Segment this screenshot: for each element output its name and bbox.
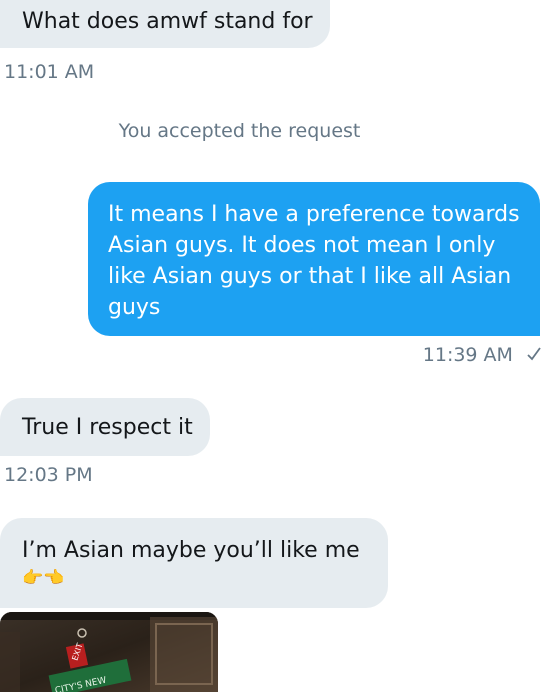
photo-thumbnail: EXIT CITY'S NEW <box>0 612 218 692</box>
pointing-fingers-emoji: 👉👈 <box>22 568 65 588</box>
message-timestamp: 11:01 AM <box>4 61 95 83</box>
message-text: It means I have a preference towards Asi… <box>108 202 520 320</box>
message-timestamp-row: 11:39 AM <box>423 343 541 367</box>
incoming-message-bubble[interactable]: What does amwf stand for <box>0 0 330 48</box>
incoming-message-bubble[interactable]: True I respect it <box>0 398 210 456</box>
request-accepted-notice: You accepted the request <box>118 120 361 142</box>
message-timestamp: 12:03 PM <box>4 464 93 486</box>
message-text: I’m Asian maybe you’ll like me <box>22 538 360 563</box>
message-text: True I respect it <box>22 415 193 440</box>
outgoing-message-bubble[interactable]: It means I have a preference towards Asi… <box>88 182 540 336</box>
photo-attachment[interactable]: EXIT CITY'S NEW <box>0 612 218 692</box>
message-timestamp: 11:39 AM <box>422 344 513 366</box>
incoming-message-bubble[interactable]: I’m Asian maybe you’ll like me 👉👈 <box>0 518 388 608</box>
message-text: What does amwf stand for <box>22 9 313 34</box>
sent-check-icon <box>527 347 541 361</box>
